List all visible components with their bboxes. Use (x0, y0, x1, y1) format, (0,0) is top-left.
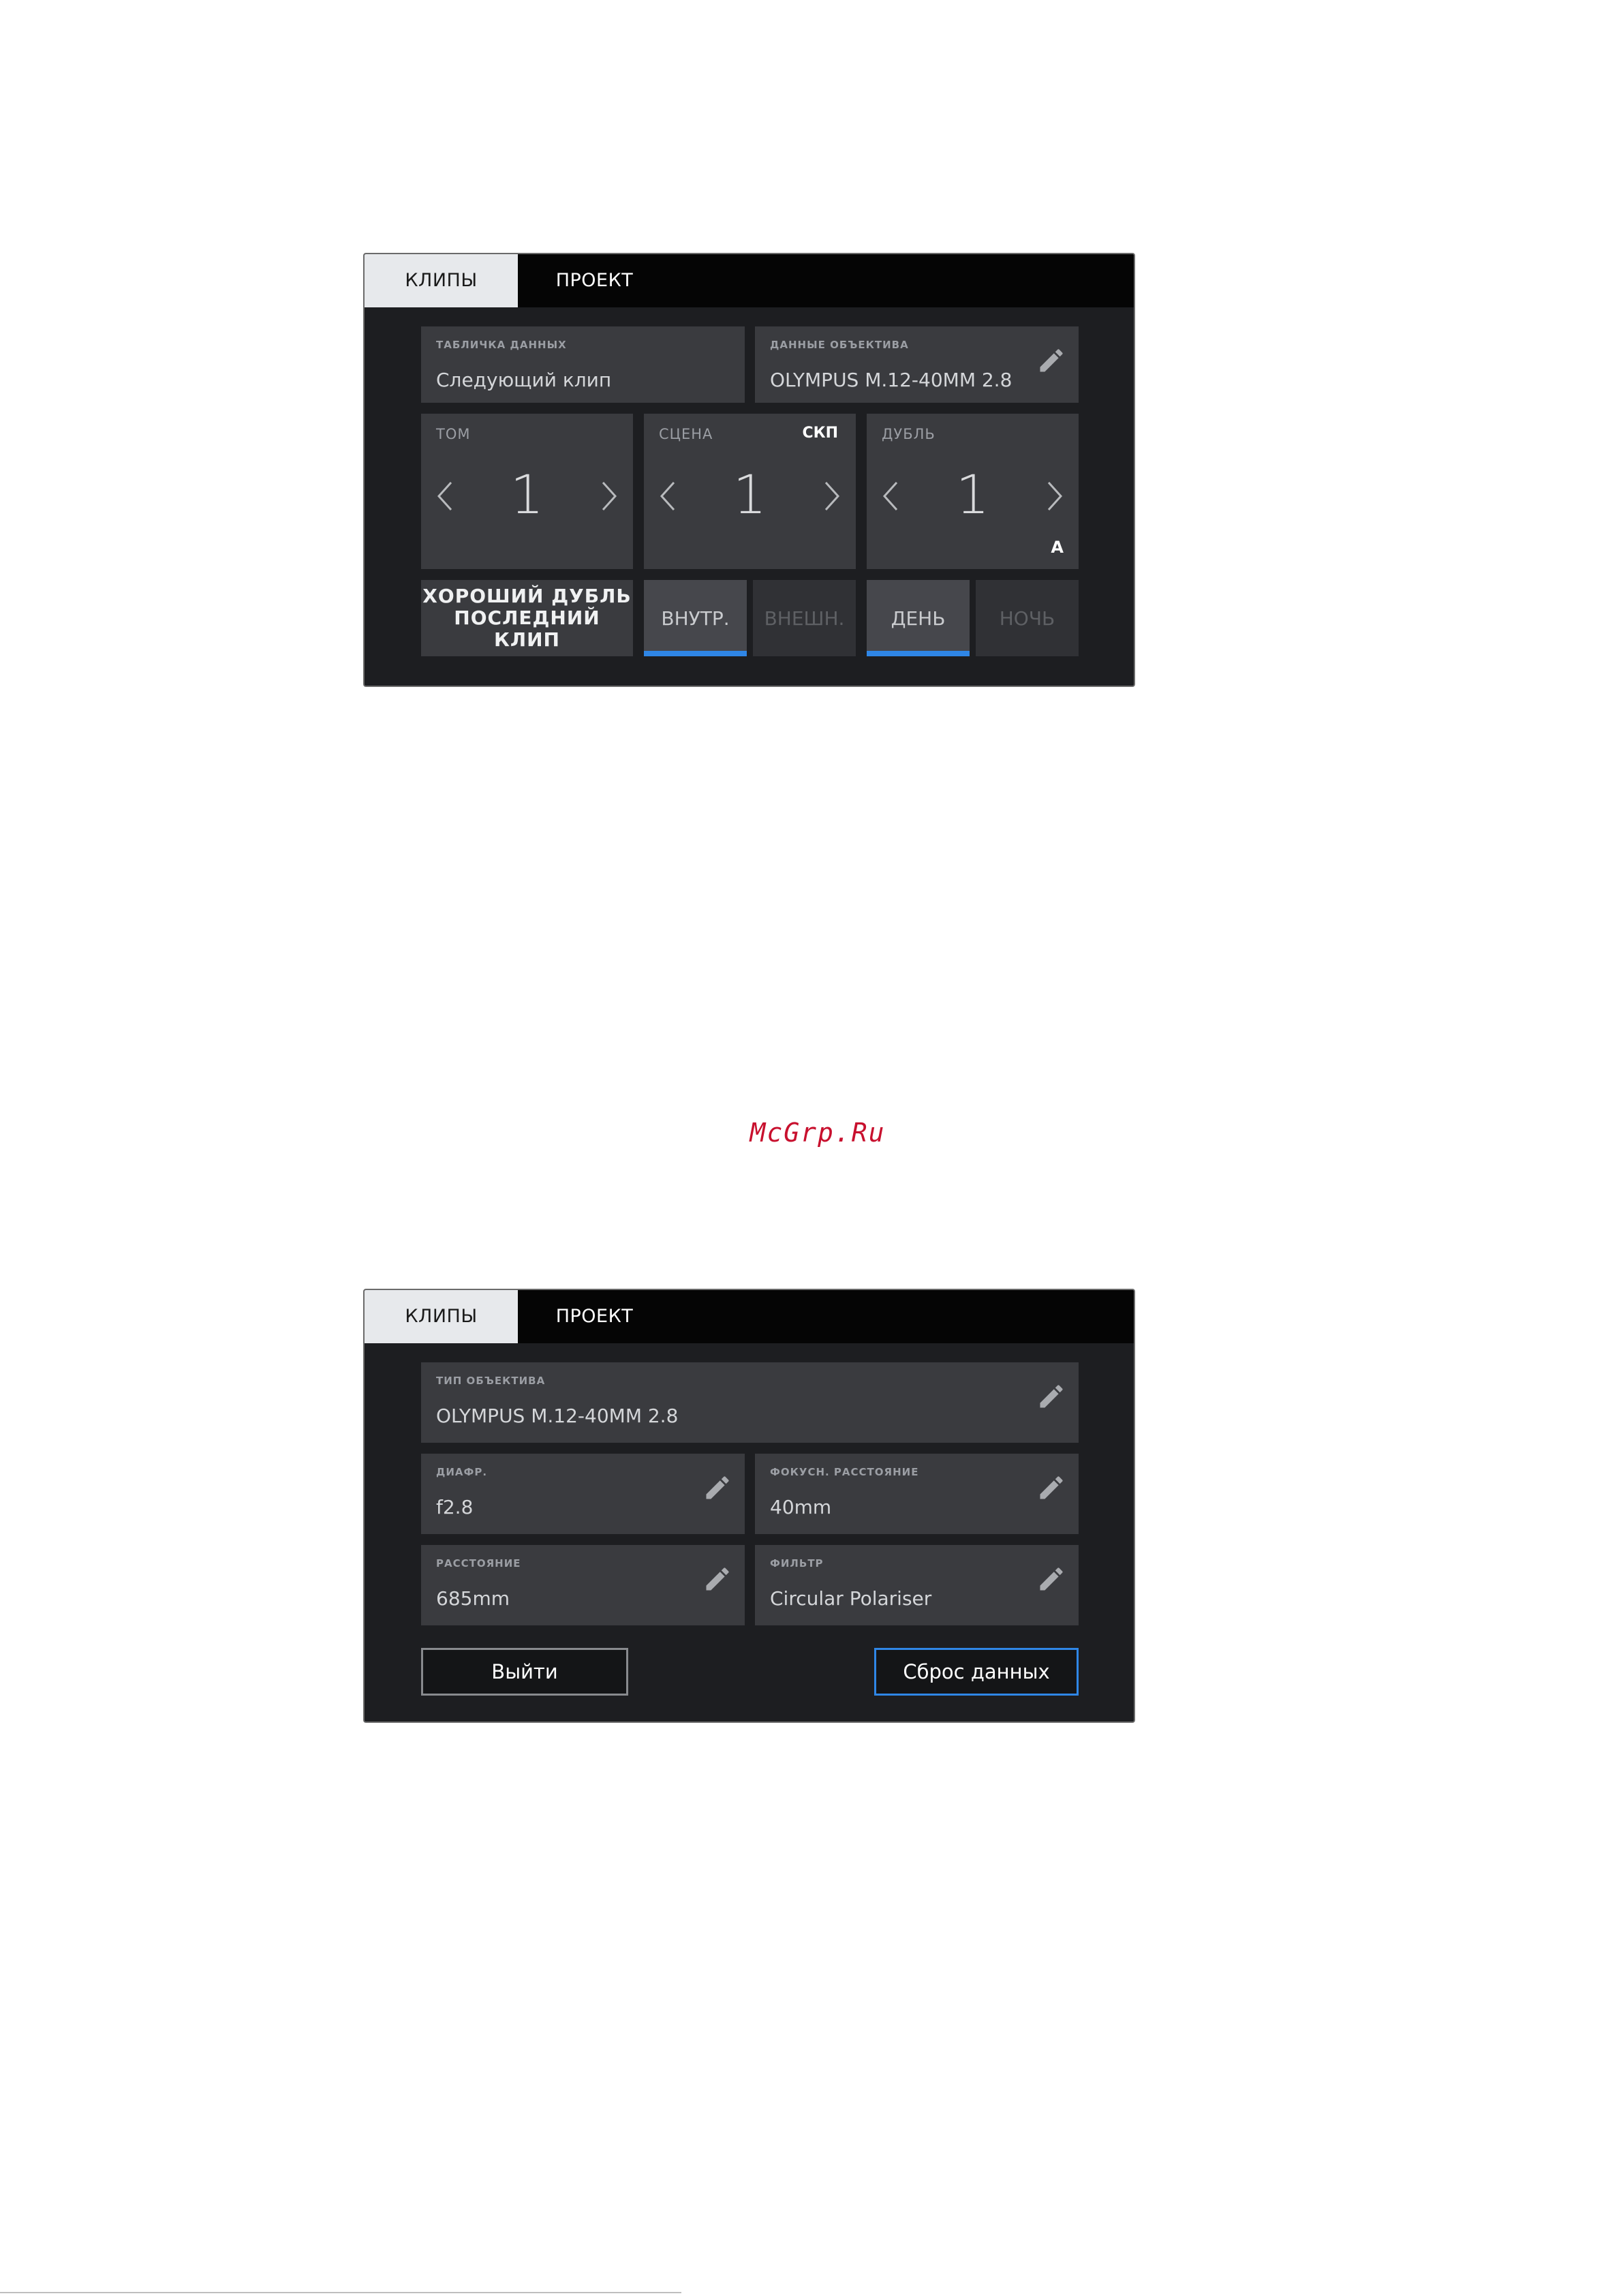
pencil-icon[interactable] (702, 1473, 732, 1503)
selected-indicator (644, 651, 747, 656)
distance-field[interactable]: РАССТОЯНИЕ 685mm (421, 1545, 745, 1625)
interior-toggle[interactable]: ВНУТР. (644, 580, 747, 656)
tab-clips[interactable]: КЛИПЫ (365, 254, 518, 307)
exit-button[interactable]: Выйти (421, 1648, 628, 1696)
pencil-icon[interactable] (1036, 1473, 1066, 1503)
lens-data-label: ДАННЫЕ ОБЪЕКТИВА (770, 339, 909, 351)
watermark: McGrp.Ru (749, 1118, 886, 1148)
good-take-line1: ХОРОШИЙ ДУБЛЬ (422, 585, 632, 607)
scene-counter: СЦЕНА СКП 1 (644, 414, 856, 569)
selected-indicator (867, 651, 970, 656)
reel-label: ТОМ (436, 426, 471, 442)
scene-label: СЦЕНА (659, 426, 713, 442)
focal-length-label: ФОКУСН. РАССТОЯНИЕ (770, 1466, 919, 1478)
tab-bar: КЛИПЫ ПРОЕКТ (365, 254, 1134, 307)
slate-field[interactable]: ТАБЛИЧКА ДАННЫХ Следующий клип (421, 326, 745, 403)
pencil-icon[interactable] (1036, 1564, 1066, 1594)
filter-label: ФИЛЬТР (770, 1557, 824, 1570)
distance-label: РАССТОЯНИЕ (436, 1557, 521, 1570)
interior-label: ВНУТР. (661, 607, 730, 630)
slate-label: ТАБЛИЧКА ДАННЫХ (436, 339, 567, 351)
tab-project[interactable]: ПРОЕКТ (518, 1290, 671, 1343)
lens-data-field[interactable]: ДАННЫЕ ОБЪЕКТИВА OLYMPUS M.12-40MM 2.8 (755, 326, 1079, 403)
good-take-line2: ПОСЛЕДНИЙ КЛИП (454, 607, 600, 651)
filter-field[interactable]: ФИЛЬТР Circular Polariser (755, 1545, 1079, 1625)
take-label: ДУБЛЬ (882, 426, 936, 442)
slate-panel-clips: КЛИПЫ ПРОЕКТ ТАБЛИЧКА ДАННЫХ Следующий к… (363, 253, 1135, 687)
footer-rule (0, 2292, 681, 2293)
pencil-icon[interactable] (1036, 346, 1066, 376)
take-suffix: A (1051, 538, 1064, 557)
slate-value: Следующий клип (436, 369, 612, 391)
tab-project[interactable]: ПРОЕКТ (518, 254, 671, 307)
distance-value: 685mm (436, 1587, 510, 1610)
tab-bar: КЛИПЫ ПРОЕКТ (365, 1290, 1134, 1343)
scene-tag[interactable]: СКП (802, 425, 838, 442)
focal-length-field[interactable]: ФОКУСН. РАССТОЯНИЕ 40mm (755, 1454, 1079, 1534)
chevron-right-icon[interactable] (822, 480, 842, 512)
lens-type-field[interactable]: ТИП ОБЪЕКТИВА OLYMPUS M.12-40MM 2.8 (421, 1362, 1079, 1443)
iris-value: f2.8 (436, 1496, 474, 1518)
reel-counter: ТОМ 1 (421, 414, 633, 569)
filter-value: Circular Polariser (770, 1587, 932, 1610)
night-label: НОЧЬ (999, 607, 1055, 630)
day-toggle[interactable]: ДЕНЬ (867, 580, 970, 656)
exterior-toggle[interactable]: ВНЕШН. (753, 580, 856, 656)
chevron-right-icon[interactable] (1045, 480, 1065, 512)
reset-data-button[interactable]: Сброс данных (874, 1648, 1079, 1696)
good-take-last-clip-button[interactable]: ХОРОШИЙ ДУБЛЬ ПОСЛЕДНИЙ КЛИП (421, 580, 633, 656)
night-toggle[interactable]: НОЧЬ (976, 580, 1079, 656)
lens-type-label: ТИП ОБЪЕКТИВА (436, 1375, 546, 1387)
take-counter: ДУБЛЬ 1 A (867, 414, 1079, 569)
lens-data-panel: КЛИПЫ ПРОЕКТ ТИП ОБЪЕКТИВА OLYMPUS M.12-… (363, 1289, 1135, 1723)
focal-length-value: 40mm (770, 1496, 832, 1518)
iris-field[interactable]: ДИАФР. f2.8 (421, 1454, 745, 1534)
tab-clips[interactable]: КЛИПЫ (365, 1290, 518, 1343)
day-label: ДЕНЬ (891, 607, 946, 630)
exterior-label: ВНЕШН. (764, 607, 845, 630)
chevron-right-icon[interactable] (599, 480, 619, 512)
iris-label: ДИАФР. (436, 1466, 488, 1478)
pencil-icon[interactable] (1036, 1381, 1066, 1411)
lens-type-value: OLYMPUS M.12-40MM 2.8 (436, 1405, 679, 1427)
pencil-icon[interactable] (702, 1564, 732, 1594)
lens-data-value: OLYMPUS M.12-40MM 2.8 (770, 369, 1013, 391)
